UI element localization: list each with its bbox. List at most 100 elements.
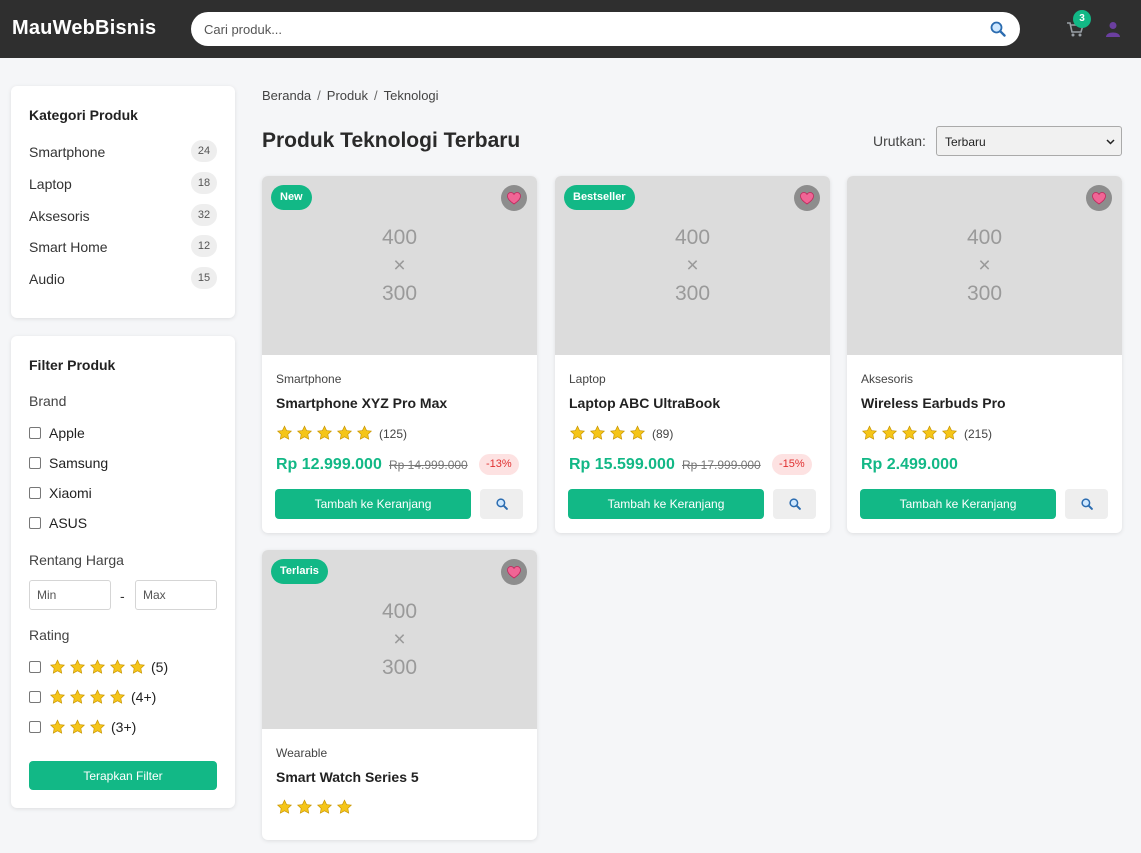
star-icon <box>356 425 373 440</box>
product-review-count: (215) <box>964 427 993 441</box>
product-card[interactable]: 400 × 300 Terlaris Wearable Smart Watch Serie… <box>262 550 537 840</box>
category-item-smartphone[interactable]: Smartphone 24 <box>29 140 217 164</box>
product-badge: Bestseller <box>564 185 635 210</box>
add-to-cart-button[interactable]: Tambah ke Keranjang <box>568 489 764 519</box>
product-card[interactable]: 400 × 300 Aksesoris Wireless Earbuds Pro (215… <box>847 176 1122 533</box>
placeholder-width: 400 <box>381 226 418 249</box>
quick-view-button[interactable] <box>1065 489 1108 519</box>
product-name[interactable]: Smartphone XYZ Pro Max <box>276 395 447 411</box>
star-icon <box>316 799 333 814</box>
cart-count-badge: 3 <box>1073 10 1091 28</box>
rating-checkbox[interactable] <box>29 661 41 673</box>
placeholder-width: 400 <box>674 226 711 249</box>
product-badge: New <box>271 185 312 210</box>
rating-option-5[interactable]: (5) <box>29 657 219 677</box>
product-review-count: (125) <box>379 427 408 441</box>
product-name[interactable]: Laptop ABC UltraBook <box>569 395 720 411</box>
category-item-smart-home[interactable]: Smart Home 12 <box>29 235 217 259</box>
filter-title: Filter Produk <box>29 357 116 373</box>
category-item-audio[interactable]: Audio 15 <box>29 267 217 291</box>
sort-select[interactable]: Terbaru <box>936 126 1122 156</box>
product-review-count: (89) <box>652 427 674 441</box>
star-icon <box>69 659 86 674</box>
product-card[interactable]: 400 × 300 New Smartphone Smartphone XYZ Pro M… <box>262 176 537 533</box>
category-item-laptop[interactable]: Laptop 18 <box>29 172 217 196</box>
product-image-placeholder[interactable]: 400 × 300 Terlaris <box>262 550 537 729</box>
price-range-title: Rentang Harga <box>29 552 124 568</box>
brand-checkbox[interactable] <box>29 457 41 469</box>
star-icon <box>49 689 66 704</box>
placeholder-height: 300 <box>966 282 1003 305</box>
breadcrumb: Beranda / Produk / Teknologi <box>262 88 439 103</box>
brand-checkbox[interactable] <box>29 427 41 439</box>
product-image-placeholder[interactable]: 400 × 300 <box>847 176 1122 355</box>
product-image-placeholder[interactable]: 400 × 300 New <box>262 176 537 355</box>
magnifier-icon <box>496 498 508 510</box>
sort-selected-value: Terbaru <box>945 135 986 149</box>
product-discount-badge: -15% <box>772 454 812 475</box>
top-navbar: MauWebBisnis 3 <box>0 0 1141 58</box>
add-to-cart-button[interactable]: Tambah ke Keranjang <box>275 489 471 519</box>
wishlist-button[interactable] <box>501 185 527 211</box>
rating-checkbox[interactable] <box>29 691 41 703</box>
user-icon[interactable] <box>1106 21 1120 37</box>
rating-stars <box>49 689 129 705</box>
rating-option-3[interactable]: (3+) <box>29 717 219 737</box>
rating-stars <box>49 659 149 675</box>
product-card[interactable]: 400 × 300 Bestseller Laptop Laptop ABC UltraB… <box>555 176 830 533</box>
star-icon <box>589 425 606 440</box>
price-max-input[interactable] <box>135 580 217 610</box>
heart-icon <box>507 566 521 579</box>
site-logo[interactable]: MauWebBisnis <box>12 17 156 40</box>
price-min-input[interactable] <box>29 580 111 610</box>
apply-filter-button[interactable]: Terapkan Filter <box>29 761 217 790</box>
rating-option-4[interactable]: (4+) <box>29 687 219 707</box>
product-category: Aksesoris <box>861 372 914 386</box>
brand-label: Xiaomi <box>49 485 92 501</box>
quick-view-button[interactable] <box>480 489 523 519</box>
placeholder-width: 400 <box>966 226 1003 249</box>
product-name[interactable]: Wireless Earbuds Pro <box>861 395 1006 411</box>
star-icon <box>109 659 126 674</box>
breadcrumb-current: Teknologi <box>383 88 439 103</box>
add-to-cart-button[interactable]: Tambah ke Keranjang <box>860 489 1056 519</box>
brand-checkbox[interactable] <box>29 517 41 529</box>
breadcrumb-separator: / <box>373 88 378 103</box>
star-icon <box>901 425 918 440</box>
product-rating-stars <box>276 799 356 815</box>
category-count-badge: 15 <box>191 267 217 289</box>
category-count-badge: 24 <box>191 140 217 162</box>
star-icon <box>941 425 958 440</box>
product-category: Laptop <box>569 372 606 386</box>
category-label: Aksesoris <box>29 208 90 224</box>
heart-icon <box>507 192 521 205</box>
rating-label: (4+) <box>131 689 157 705</box>
breadcrumb-products[interactable]: Produk <box>327 88 368 103</box>
category-title: Kategori Produk <box>29 107 138 123</box>
brand-checkbox[interactable] <box>29 487 41 499</box>
search-icon[interactable] <box>990 21 1006 37</box>
star-icon <box>861 425 878 440</box>
placeholder-height: 300 <box>381 282 418 305</box>
product-discount-badge: -13% <box>479 454 519 475</box>
star-icon <box>629 425 646 440</box>
wishlist-button[interactable] <box>794 185 820 211</box>
star-icon <box>336 799 353 814</box>
wishlist-button[interactable] <box>501 559 527 585</box>
star-icon <box>921 425 938 440</box>
star-icon <box>69 689 86 704</box>
product-image-placeholder[interactable]: 400 × 300 Bestseller <box>555 176 830 355</box>
breadcrumb-home[interactable]: Beranda <box>262 88 311 103</box>
placeholder-height: 300 <box>381 656 418 679</box>
category-item-aksesoris[interactable]: Aksesoris 32 <box>29 204 217 228</box>
star-icon <box>609 425 626 440</box>
magnifier-icon <box>789 498 801 510</box>
wishlist-button[interactable] <box>1086 185 1112 211</box>
rating-checkbox[interactable] <box>29 721 41 733</box>
product-name[interactable]: Smart Watch Series 5 <box>276 769 419 785</box>
search-input[interactable] <box>204 12 974 46</box>
brand-label: Samsung <box>49 455 109 471</box>
sort-label: Urutkan: <box>873 133 926 149</box>
filter-panel: Filter Produk Brand Apple Samsung Xiaomi… <box>11 336 235 808</box>
quick-view-button[interactable] <box>773 489 816 519</box>
